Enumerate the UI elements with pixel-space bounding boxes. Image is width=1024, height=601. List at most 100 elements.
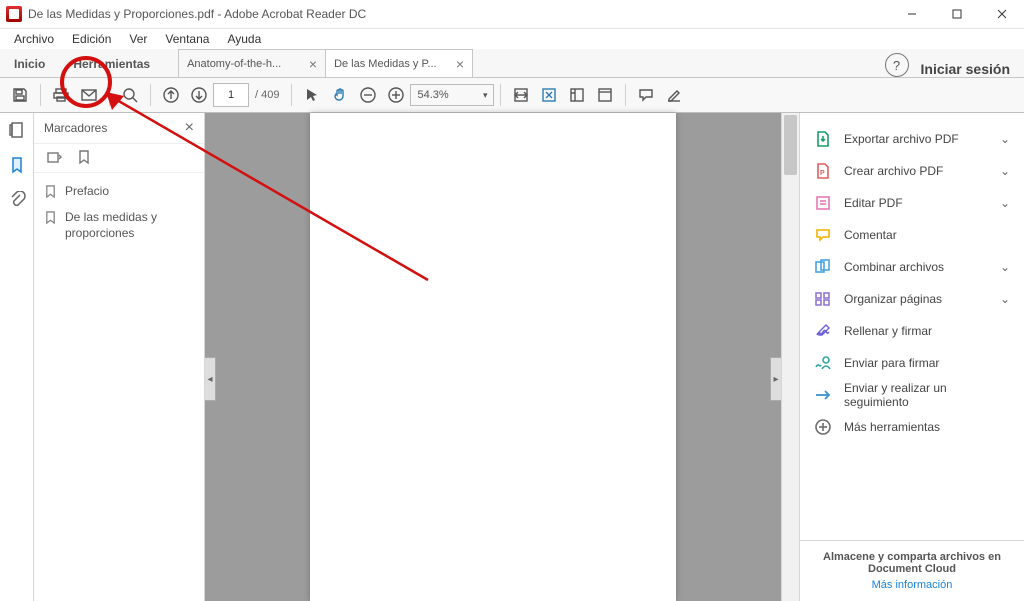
cloud-promo: Almacene y comparta archivos en Document… — [800, 540, 1024, 601]
app-icon — [6, 6, 22, 22]
task-label: Crear archivo PDF — [844, 164, 943, 178]
tab-inicio[interactable]: Inicio — [0, 51, 59, 77]
view-mode-button[interactable] — [591, 81, 619, 109]
zoom-in-button[interactable] — [382, 81, 410, 109]
bookmark-icon — [44, 211, 57, 224]
select-tool[interactable] — [298, 81, 326, 109]
pdf-page — [310, 113, 676, 601]
new-bookmark-button[interactable] — [76, 149, 92, 168]
chevron-down-icon: ⌄ — [1000, 260, 1010, 274]
task-comment[interactable]: Comentar — [800, 219, 1024, 251]
comment-tool[interactable] — [632, 81, 660, 109]
titlebar: De las Medidas y Proporciones.pdf - Adob… — [0, 0, 1024, 29]
collapse-left-handle[interactable]: ◂ — [205, 357, 216, 401]
menu-edicion[interactable]: Edición — [64, 30, 119, 48]
organize-icon — [814, 290, 832, 308]
task-label: Exportar archivo PDF — [844, 132, 959, 146]
comment-icon — [814, 226, 832, 244]
search-button[interactable] — [116, 81, 144, 109]
page-number-input[interactable] — [213, 83, 249, 107]
minimize-button[interactable] — [889, 0, 934, 28]
workspace: Marcadores × Prefacio De las medidas y p… — [0, 113, 1024, 601]
task-organize[interactable]: Organizar páginas ⌄ — [800, 283, 1024, 315]
attachments-button[interactable] — [8, 191, 26, 212]
task-track[interactable]: Enviar y realizar un seguimiento — [800, 379, 1024, 411]
close-icon[interactable]: × — [309, 56, 317, 72]
print-button[interactable] — [47, 81, 75, 109]
menu-ayuda[interactable]: Ayuda — [219, 30, 269, 48]
hand-tool[interactable] — [326, 81, 354, 109]
thumbnails-button[interactable] — [8, 121, 26, 142]
highlight-tool[interactable] — [660, 81, 688, 109]
task-label: Rellenar y firmar — [844, 324, 932, 338]
window-title: De las Medidas y Proporciones.pdf - Adob… — [28, 7, 889, 21]
task-combine[interactable]: Combinar archivos⌄ — [800, 251, 1024, 283]
next-page-button[interactable] — [185, 81, 213, 109]
tab-row: Inicio Herramientas Anatomy-of-the-h... … — [0, 49, 1024, 78]
read-mode-button[interactable] — [563, 81, 591, 109]
chevron-down-icon: ⌄ — [1000, 164, 1010, 178]
bookmark-options-button[interactable] — [46, 149, 62, 168]
document-tab-2-label: De las Medidas y P... — [334, 58, 437, 70]
bookmark-label: Prefacio — [65, 183, 109, 199]
close-button[interactable] — [979, 0, 1024, 28]
menu-ventana[interactable]: Ventana — [157, 30, 217, 48]
task-send-sign[interactable]: Enviar para firmar — [800, 347, 1024, 379]
document-tab-2[interactable]: De las Medidas y P... × — [325, 49, 473, 77]
fit-width-button[interactable] — [507, 81, 535, 109]
bookmarks-panel: Marcadores × Prefacio De las medidas y p… — [34, 113, 205, 601]
task-label: Más herramientas — [844, 420, 940, 434]
send-sign-icon — [814, 354, 832, 372]
mail-button[interactable] — [75, 81, 103, 109]
zoom-out-button[interactable] — [354, 81, 382, 109]
chevron-down-icon: ▾ — [483, 90, 488, 101]
nav-rail — [0, 113, 34, 601]
chevron-down-icon: ⌄ — [1000, 292, 1010, 306]
menubar: Archivo Edición Ver Ventana Ayuda — [0, 29, 1024, 49]
task-create[interactable]: P Crear archivo PDF ⌄ — [800, 155, 1024, 187]
bookmarks-button[interactable] — [8, 156, 26, 177]
window-controls — [889, 0, 1024, 28]
task-label: Enviar para firmar — [844, 356, 939, 370]
menu-archivo[interactable]: Archivo — [6, 30, 62, 48]
document-tab-1[interactable]: Anatomy-of-the-h... × — [178, 49, 326, 77]
edit-icon — [814, 194, 832, 212]
export-icon — [814, 130, 832, 148]
sign-icon — [814, 322, 832, 340]
toolbar: / 409 54.3% ▾ — [0, 78, 1024, 113]
task-label: Organizar páginas — [844, 292, 942, 306]
task-edit[interactable]: Editar PDF⌄ — [800, 187, 1024, 219]
save-button[interactable] — [6, 81, 34, 109]
zoom-value: 54.3% — [417, 89, 448, 101]
prev-page-button[interactable] — [157, 81, 185, 109]
chevron-down-icon: ⌄ — [1000, 196, 1010, 210]
vertical-scrollbar[interactable] — [781, 113, 799, 601]
svg-text:P: P — [820, 170, 825, 177]
menu-ver[interactable]: Ver — [121, 30, 155, 48]
collapse-right-handle[interactable]: ▸ — [770, 357, 781, 401]
signin-link[interactable]: Iniciar sesión — [921, 61, 1010, 77]
bookmarks-title: Marcadores — [44, 121, 107, 135]
document-viewport[interactable]: ◂ ▸ — [205, 113, 781, 601]
fit-page-button[interactable] — [535, 81, 563, 109]
close-icon[interactable]: × — [456, 56, 464, 72]
maximize-button[interactable] — [934, 0, 979, 28]
document-tab-1-label: Anatomy-of-the-h... — [187, 58, 281, 70]
promo-link[interactable]: Más información — [812, 579, 1012, 591]
task-export[interactable]: Exportar archivo PDF ⌄ — [800, 123, 1024, 155]
promo-title: Almacene y comparta archivos en Document… — [812, 551, 1012, 575]
task-label: Comentar — [844, 228, 897, 242]
bookmark-item[interactable]: De las medidas y proporciones — [44, 209, 194, 241]
bookmark-label: De las medidas y proporciones — [65, 209, 194, 241]
help-button[interactable]: ? — [885, 53, 909, 77]
scrollbar-thumb[interactable] — [784, 115, 797, 175]
zoom-select[interactable]: 54.3% ▾ — [410, 84, 494, 106]
track-icon — [814, 386, 832, 404]
task-panel: Exportar archivo PDF ⌄ P Crear archivo PDF ⌄… — [799, 113, 1024, 601]
chevron-down-icon: ⌄ — [1000, 132, 1010, 146]
task-more[interactable]: Más herramientas — [800, 411, 1024, 443]
bookmark-item[interactable]: Prefacio — [44, 183, 194, 199]
task-sign[interactable]: Rellenar y firmar — [800, 315, 1024, 347]
close-panel-button[interactable]: × — [185, 119, 194, 137]
tab-herramientas[interactable]: Herramientas — [59, 51, 164, 77]
